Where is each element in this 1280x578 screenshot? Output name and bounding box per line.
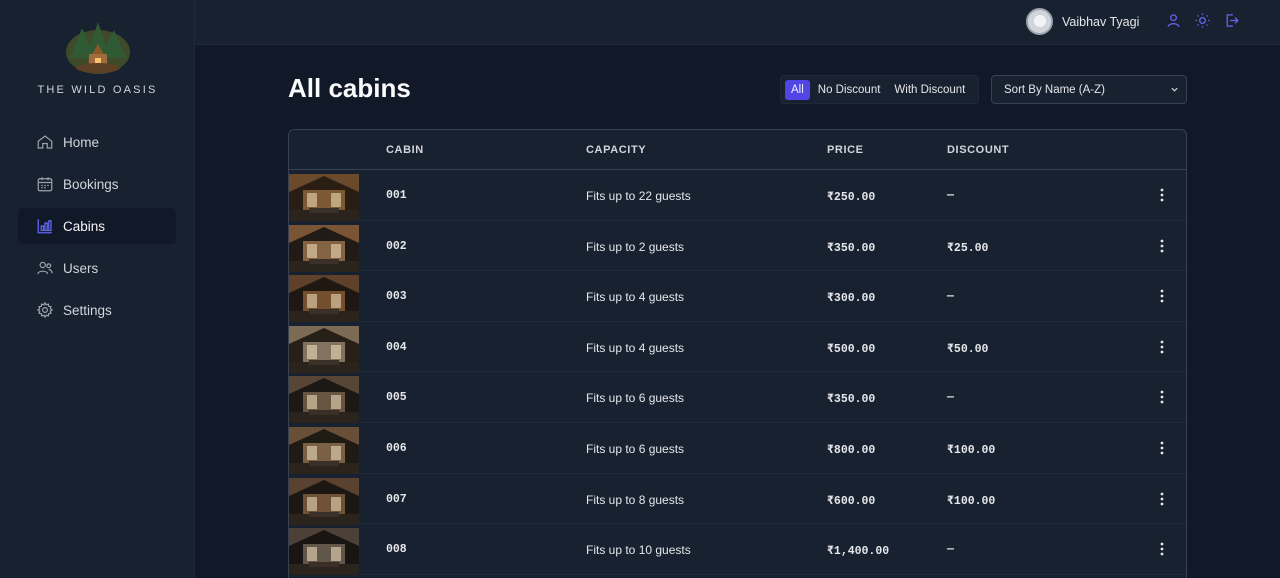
cabin-capacity: Fits up to 6 guests	[586, 391, 685, 406]
table-row: 004 Fits up to 4 guests ₹500.00 ₹50.00	[289, 322, 1186, 373]
cabin-discount: ₹50.00	[947, 342, 989, 356]
table-header: CABIN CAPACITY PRICE DISCOUNT	[289, 130, 1186, 170]
users-icon	[36, 259, 54, 277]
cabin-image	[289, 325, 359, 373]
user-name: Vaibhav Tyagi	[1062, 14, 1140, 29]
table-body: 001 Fits up to 22 guests ₹250.00 — 002 F…	[289, 170, 1186, 576]
cabin-name: 005	[386, 391, 407, 405]
user-profile[interactable]: Vaibhav Tyagi	[1026, 8, 1139, 35]
cabin-discount: ₹100.00	[947, 494, 996, 508]
row-menu-icon[interactable]	[1155, 541, 1169, 557]
chevron-down-icon	[1171, 87, 1178, 92]
table-row: 007 Fits up to 8 guests ₹600.00 ₹100.00	[289, 474, 1186, 525]
discount-filter: All No Discount With Discount	[780, 75, 979, 104]
cabin-price: ₹600.00	[827, 494, 876, 508]
cabin-name: 006	[386, 441, 407, 455]
cabin-name: 007	[386, 492, 407, 506]
cabin-name: 004	[386, 340, 407, 354]
cabin-name: 002	[386, 239, 407, 253]
cabin-image	[289, 528, 359, 576]
cabin-discount: ₹25.00	[947, 241, 989, 255]
cabin-name: 001	[386, 189, 407, 202]
cabin-discount: —	[947, 391, 954, 405]
sidebar-item-cabins[interactable]: Cabins	[18, 208, 176, 244]
cabin-price: ₹500.00	[827, 342, 876, 356]
cabin-image	[289, 426, 359, 474]
cabin-price: ₹300.00	[827, 292, 876, 306]
chart-icon	[36, 217, 54, 235]
sidebar-item-users[interactable]: Users	[18, 250, 176, 286]
sun-icon[interactable]	[1194, 12, 1214, 32]
logout-icon[interactable]	[1223, 12, 1243, 32]
row-menu-icon[interactable]	[1155, 491, 1169, 507]
cabin-discount: —	[947, 543, 954, 557]
column-header-cabin: CABIN	[386, 144, 424, 156]
cabin-capacity: Fits up to 2 guests	[586, 239, 685, 254]
cabin-capacity: Fits up to 4 guests	[586, 340, 685, 355]
row-menu-icon[interactable]	[1155, 238, 1169, 254]
cabin-image	[289, 174, 359, 221]
sidebar-item-label: Users	[63, 260, 99, 276]
calendar-icon	[36, 175, 54, 193]
sort-select[interactable]: Sort By Name (A-Z)	[991, 75, 1187, 104]
cabin-price: ₹1,400.00	[827, 545, 890, 559]
row-menu-icon[interactable]	[1155, 339, 1169, 355]
sidebar-item-label: Bookings	[63, 176, 119, 192]
sidebar-item-bookings[interactable]: Bookings	[18, 166, 176, 202]
sidebar-item-home[interactable]: Home	[18, 124, 176, 160]
home-icon	[36, 133, 54, 151]
table-row: 008 Fits up to 10 guests ₹1,400.00 —	[289, 524, 1186, 576]
cabin-image	[289, 275, 359, 323]
sidebar-item-label: Cabins	[63, 218, 106, 234]
filter-with-discount-button[interactable]: With Discount	[888, 80, 971, 100]
top-header: Vaibhav Tyagi	[195, 0, 1280, 45]
cabin-discount: —	[947, 189, 954, 202]
cabin-price: ₹800.00	[827, 443, 876, 457]
cabin-discount: —	[947, 290, 954, 304]
row-menu-icon[interactable]	[1155, 440, 1169, 456]
logo-image	[64, 18, 132, 74]
cabin-image	[289, 224, 359, 272]
cabin-capacity: Fits up to 4 guests	[586, 290, 685, 305]
table-row: 002 Fits up to 2 guests ₹350.00 ₹25.00	[289, 221, 1186, 272]
row-menu-icon[interactable]	[1155, 288, 1169, 304]
cabin-capacity: Fits up to 10 guests	[586, 543, 691, 558]
cabin-name: 008	[386, 543, 407, 557]
cabin-capacity: Fits up to 22 guests	[586, 189, 691, 203]
cabin-capacity: Fits up to 6 guests	[586, 441, 685, 456]
cabin-discount: ₹100.00	[947, 443, 996, 457]
table-row: 003 Fits up to 4 guests ₹300.00 —	[289, 271, 1186, 323]
column-header-discount: DISCOUNT	[947, 144, 1010, 156]
cabin-image	[289, 477, 359, 525]
row-menu-icon[interactable]	[1155, 389, 1169, 405]
cabin-price: ₹350.00	[827, 393, 876, 407]
filter-no-discount-button[interactable]: No Discount	[812, 80, 887, 100]
avatar	[1026, 8, 1053, 35]
table-row: 001 Fits up to 22 guests ₹250.00 —	[289, 170, 1186, 221]
cabin-name: 003	[386, 290, 407, 304]
sidebar-item-label: Home	[63, 134, 100, 150]
table-row: 005 Fits up to 6 guests ₹350.00 —	[289, 372, 1186, 424]
brand-name: THE WILD OASIS	[37, 84, 158, 96]
cabin-price: ₹250.00	[827, 191, 876, 204]
column-header-price: PRICE	[827, 144, 864, 156]
column-header-capacity: CAPACITY	[586, 144, 647, 156]
sidebar-item-label: Settings	[63, 302, 112, 318]
sort-select-value: Sort By Name (A-Z)	[1004, 83, 1105, 96]
page-title: All cabins	[288, 73, 411, 103]
table-row: 006 Fits up to 6 guests ₹800.00 ₹100.00	[289, 423, 1186, 474]
row-menu-icon[interactable]	[1155, 187, 1169, 203]
cabin-image	[289, 376, 359, 424]
sidebar-item-settings[interactable]: Settings	[18, 292, 176, 328]
user-icon[interactable]	[1165, 12, 1185, 32]
cabins-table: CABIN CAPACITY PRICE DISCOUNT 001 Fits u…	[288, 129, 1187, 578]
gear-icon	[36, 301, 54, 319]
logo[interactable]: THE WILD OASIS	[0, 18, 195, 96]
cabin-price: ₹350.00	[827, 241, 876, 255]
sidebar: THE WILD OASIS Home Bookings Cabins User…	[0, 0, 195, 578]
filter-all-button[interactable]: All	[785, 79, 810, 100]
header-actions	[1165, 12, 1252, 32]
cabin-capacity: Fits up to 8 guests	[586, 492, 685, 507]
sidebar-nav: Home Bookings Cabins Users Settings	[18, 124, 176, 334]
